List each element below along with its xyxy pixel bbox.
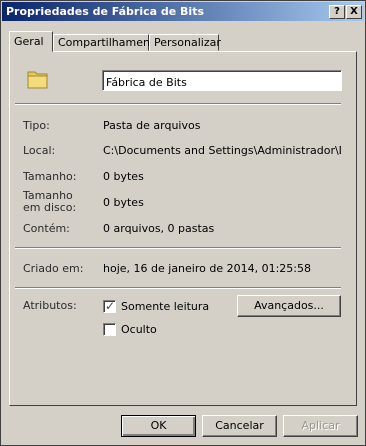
ok-button[interactable]: OK xyxy=(121,415,196,437)
title-bar[interactable]: Propriedades de Fábrica de Bits ? X xyxy=(2,2,364,21)
contains-label: Contém: xyxy=(23,222,70,235)
type-label: Tipo: xyxy=(23,119,50,132)
name-field[interactable] xyxy=(102,70,342,91)
separator xyxy=(15,287,341,289)
size-label: Tamanho: xyxy=(23,170,77,183)
tab-general[interactable]: Geral xyxy=(9,31,53,52)
location-value: C:\Documents and Settings\Administrador\… xyxy=(103,144,341,157)
hidden-label[interactable]: Oculto xyxy=(121,323,157,336)
attributes-label: Atributos: xyxy=(23,299,77,312)
properties-dialog: Propriedades de Fábrica de Bits ? X Gera… xyxy=(0,0,366,446)
tab-sharing[interactable]: Compartilhamento xyxy=(53,34,161,51)
disk-size-value: 0 bytes xyxy=(103,196,144,209)
disk-size-label-line2: em disco: xyxy=(23,201,77,214)
hidden-checkbox[interactable] xyxy=(103,323,116,336)
cancel-button[interactable]: Cancelar xyxy=(202,415,277,437)
readonly-checkbox[interactable]: ✓ xyxy=(103,299,116,313)
window-title: Propriedades de Fábrica de Bits xyxy=(6,5,205,18)
apply-button[interactable]: Aplicar xyxy=(283,415,358,437)
location-label: Local: xyxy=(23,144,56,157)
separator xyxy=(15,103,341,105)
separator xyxy=(15,247,341,249)
close-button[interactable]: X xyxy=(346,5,362,19)
created-value: hoje, 16 de janeiro de 2014, 01:25:58 xyxy=(103,262,311,275)
checkmark-icon: ✓ xyxy=(105,299,116,313)
help-button[interactable]: ? xyxy=(329,5,345,19)
folder-icon xyxy=(26,67,50,94)
type-value: Pasta de arquivos xyxy=(103,119,201,132)
readonly-label[interactable]: Somente leitura xyxy=(121,300,209,313)
size-value: 0 bytes xyxy=(103,170,144,183)
advanced-button[interactable]: Avançados... xyxy=(237,295,341,317)
created-label: Criado em: xyxy=(23,262,84,275)
tab-customize[interactable]: Personalizar xyxy=(149,34,221,51)
contains-value: 0 arquivos, 0 pastas xyxy=(103,222,215,235)
